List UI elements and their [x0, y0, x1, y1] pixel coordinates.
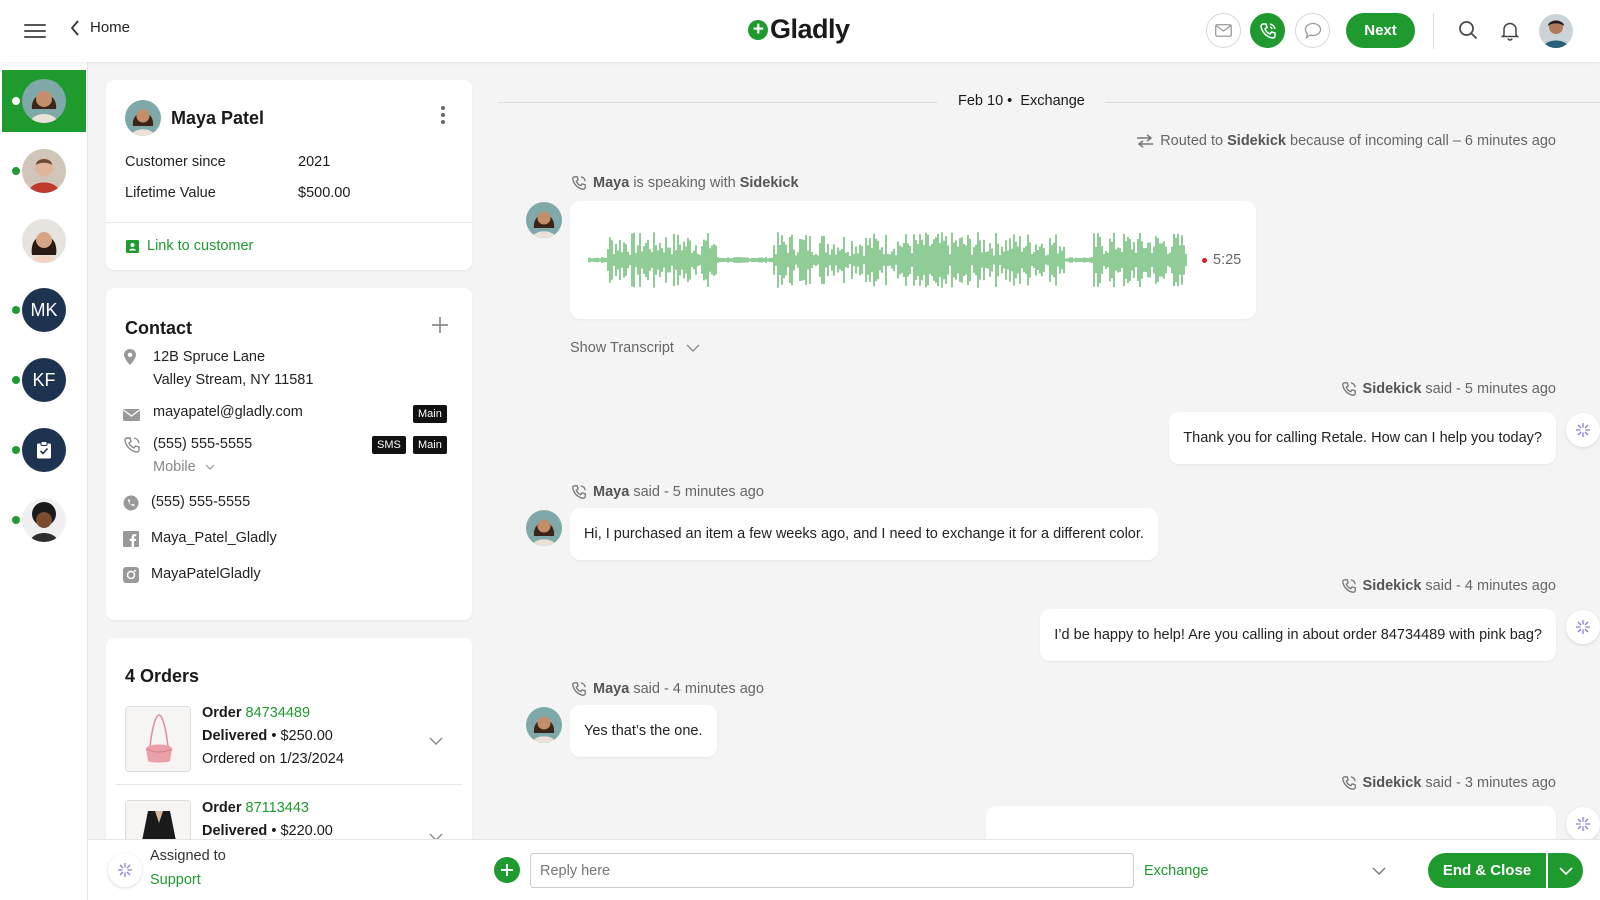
conversation-item-maya[interactable] — [2, 70, 86, 132]
conversation-item-7[interactable] — [2, 489, 86, 551]
phone-icon — [572, 682, 586, 696]
chevron-down-icon — [1558, 866, 1573, 875]
email-channel-button[interactable] — [1206, 13, 1241, 48]
online-dot — [12, 167, 20, 175]
conversation-item-mk[interactable]: MK — [2, 279, 86, 341]
date-label: Feb 10 • Exchange — [938, 93, 1105, 109]
end-close-button[interactable]: End & Close — [1428, 853, 1546, 888]
clipboard-icon — [22, 428, 66, 472]
message-bubble: Thank you for calling Retale. How can I … — [1169, 412, 1556, 464]
chevron-down-icon — [686, 344, 700, 352]
avatar — [22, 219, 66, 263]
back-chevron-icon — [70, 19, 79, 36]
message-bubble — [986, 806, 1556, 839]
message-meta: Maya said - 4 minutes ago — [571, 681, 764, 697]
add-circle-icon[interactable] — [494, 857, 520, 883]
message-bubble: I’d be happy to help! Are you calling in… — [1040, 609, 1556, 661]
routed-notice: Routed to Sidekick because of incoming c… — [1136, 133, 1556, 149]
sidekick-icon[interactable] — [1566, 610, 1600, 644]
top-bar: Home + Gladly Next — [0, 0, 1600, 62]
recording-dot — [1202, 257, 1207, 263]
gladly-logo: + Gladly — [748, 14, 850, 45]
assigned-team: Support — [150, 872, 201, 888]
chat-icon — [1304, 22, 1321, 39]
sidekick-icon — [108, 853, 142, 887]
message-bubble: Yes that’s the one. — [570, 705, 717, 757]
phone-icon — [572, 176, 586, 190]
avatar — [22, 498, 66, 542]
recording-duration: 5:25 — [1213, 252, 1242, 268]
online-dot — [12, 306, 20, 314]
message-meta: Sidekick said - 5 minutes ago — [1341, 381, 1556, 397]
maya-avatar — [526, 707, 562, 743]
voice-recording[interactable]: 5:25 — [570, 201, 1256, 319]
maya-avatar — [526, 202, 562, 238]
phone-icon — [1259, 22, 1276, 39]
conversation-item-kf[interactable]: KF — [2, 349, 86, 411]
conversation-item-task[interactable] — [2, 419, 86, 481]
show-transcript-toggle[interactable]: Show Transcript — [570, 340, 700, 356]
conversation-timeline: Feb 10 • Exchange Routed to Sidekick bec… — [88, 62, 1600, 839]
back-link[interactable]: Home — [70, 19, 130, 36]
chevron-down-icon — [1372, 867, 1386, 875]
route-icon — [1137, 134, 1154, 148]
topic-select[interactable]: Exchange — [1144, 853, 1394, 888]
online-dot — [12, 97, 20, 105]
menu-icon[interactable] — [24, 20, 46, 40]
avatar — [22, 79, 66, 123]
audio-waveform — [588, 232, 1187, 288]
avatar — [22, 149, 66, 193]
user-avatar[interactable] — [1539, 14, 1573, 48]
end-close-menu-button[interactable] — [1548, 853, 1583, 888]
message-meta: Sidekick said - 4 minutes ago — [1341, 578, 1556, 594]
assigned-label: Assigned to — [150, 848, 226, 864]
chat-channel-button[interactable] — [1295, 13, 1330, 48]
back-label: Home — [90, 19, 131, 36]
phone-icon — [572, 485, 586, 499]
phone-icon — [1341, 776, 1356, 790]
maya-avatar — [526, 510, 562, 546]
online-dot — [12, 516, 20, 524]
conversation-rail: MK KF — [0, 62, 88, 900]
divider — [1433, 13, 1434, 49]
message-meta: Sidekick said - 3 minutes ago — [1341, 775, 1556, 791]
initials-avatar: KF — [22, 358, 66, 402]
conversation-item-3[interactable] — [2, 210, 86, 272]
mail-icon — [1215, 24, 1232, 37]
bell-icon[interactable] — [1500, 21, 1520, 46]
phone-channel-button[interactable] — [1250, 13, 1285, 48]
speaking-notice: Maya is speaking with Sidekick — [571, 175, 799, 191]
initials-avatar: MK — [22, 288, 66, 332]
sidekick-icon[interactable] — [1566, 413, 1600, 447]
phone-icon — [1341, 579, 1356, 593]
composer-bar: Assigned to Support Exchange End & Close — [88, 839, 1600, 900]
online-dot — [12, 376, 20, 384]
phone-icon — [1341, 382, 1356, 396]
next-button[interactable]: Next — [1346, 13, 1415, 48]
conversation-item-2[interactable] — [2, 140, 86, 202]
message-bubble: Hi, I purchased an item a few weeks ago,… — [570, 508, 1158, 560]
search-icon[interactable] — [1458, 20, 1478, 45]
online-dot — [12, 446, 20, 454]
reply-input[interactable] — [530, 853, 1134, 888]
sidekick-icon[interactable] — [1566, 807, 1600, 839]
message-meta: Maya said - 5 minutes ago — [571, 484, 764, 500]
